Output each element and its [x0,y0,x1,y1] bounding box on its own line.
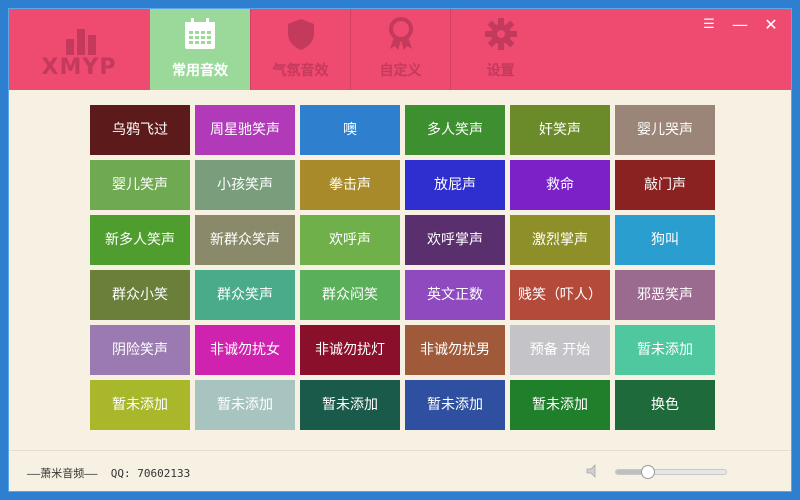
sound-button[interactable]: 拳击声 [300,160,400,210]
sound-button[interactable]: 敲门声 [615,160,715,210]
sound-button[interactable]: 预备 开始 [510,325,610,375]
tab-atmosphere-sounds[interactable]: 气氛音效 [250,9,350,90]
tab-label: 气氛音效 [272,63,329,79]
sound-button[interactable]: 新多人笑声 [90,215,190,265]
sound-button[interactable]: 暂未添加 [90,380,190,430]
sound-button[interactable]: 邪恶笑声 [615,270,715,320]
sound-button[interactable]: 婴儿笑声 [90,160,190,210]
sound-button[interactable]: 乌鸦飞过 [90,105,190,155]
sound-button[interactable]: 暂未添加 [300,380,400,430]
sound-button[interactable]: 暂未添加 [510,380,610,430]
sound-button[interactable]: 换色 [615,380,715,430]
sound-button[interactable]: 激烈掌声 [510,215,610,265]
menu-icon[interactable]: ☰ [697,15,721,35]
gear-icon [485,18,517,50]
tab-label: 自定义 [379,63,422,79]
sound-button[interactable]: 周星驰笑声 [195,105,295,155]
sound-button[interactable]: 欢呼声 [300,215,400,265]
shield-icon [288,19,314,50]
app-window: XMYP 常用音效 气氛音效 自定义 设置 ☰ — ✕ 乌鸦飞过 周星驰笑声 噢… [9,9,791,491]
minimize-icon[interactable]: — [728,15,752,35]
sound-button[interactable]: 放屁声 [405,160,505,210]
tab-label: 设置 [486,63,515,79]
sound-button[interactable]: 暂未添加 [615,325,715,375]
tab-settings[interactable]: 设置 [450,9,550,90]
sound-button[interactable]: 非诚勿扰男 [405,325,505,375]
sound-button[interactable]: 非诚勿扰女 [195,325,295,375]
header-bar: XMYP 常用音效 气氛音效 自定义 设置 ☰ — ✕ [9,9,791,90]
sound-button[interactable]: 群众闷笑 [300,270,400,320]
award-ribbon-icon [389,17,413,50]
sound-button[interactable]: 婴儿哭声 [615,105,715,155]
sound-button[interactable]: 贱笑（吓人） [510,270,610,320]
sound-button[interactable]: 暂未添加 [195,380,295,430]
sound-button[interactable]: 噢 [300,105,400,155]
sound-button[interactable]: 新群众笑声 [195,215,295,265]
sound-button[interactable]: 非诚勿扰灯 [300,325,400,375]
volume-slider-knob[interactable] [640,465,655,479]
tab-label: 常用音效 [172,63,228,79]
close-icon[interactable]: ✕ [759,15,783,35]
sound-button[interactable]: 多人笑声 [405,105,505,155]
logo-text: XMYP [41,55,117,80]
sound-button[interactable]: 奸笑声 [510,105,610,155]
volume-slider[interactable] [615,465,727,479]
sound-button[interactable]: 狗叫 [615,215,715,265]
sound-button[interactable]: 阴险笑声 [90,325,190,375]
logo: XMYP [9,9,149,90]
sound-button[interactable]: 暂未添加 [405,380,505,430]
sound-button[interactable]: 救命 [510,160,610,210]
tab-common-sounds[interactable]: 常用音效 [150,9,250,90]
speaker-icon[interactable] [584,462,602,480]
tab-custom[interactable]: 自定义 [350,9,450,90]
calendar-icon [185,18,215,49]
sound-button[interactable]: 群众小笑 [90,270,190,320]
sound-button[interactable]: 群众笑声 [195,270,295,320]
sound-button[interactable]: 英文正数 [405,270,505,320]
logo-bars-icon [62,19,102,55]
sound-button[interactable]: 欢呼掌声 [405,215,505,265]
footer-credit-text: ——萧米音频—— QQ: 70602133 [27,467,191,480]
sound-button[interactable]: 小孩笑声 [195,160,295,210]
footer-bar: ——萧米音频—— QQ: 70602133 [9,450,791,491]
